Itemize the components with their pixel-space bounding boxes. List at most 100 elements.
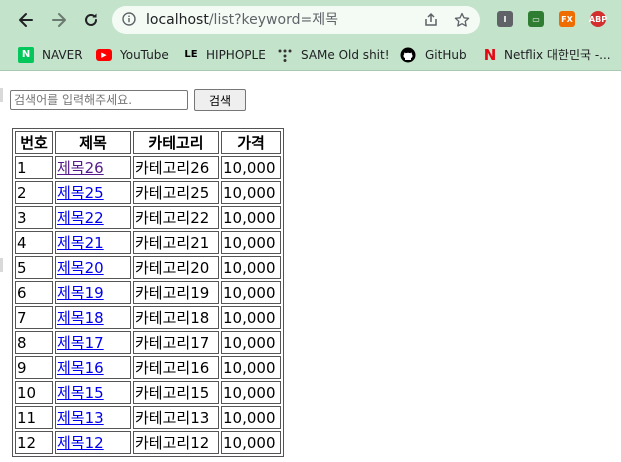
table-row: 3 제목22 카테고리22 10,000 bbox=[15, 206, 281, 229]
cell-category: 카테고리25 bbox=[133, 181, 219, 204]
bookmark-label: YouTube bbox=[120, 48, 169, 62]
bookmark-label: NAVER bbox=[42, 48, 83, 62]
extension-screen-icon[interactable]: ▭ bbox=[528, 11, 544, 27]
cell-number: 12 bbox=[15, 431, 53, 454]
cell-title: 제목25 bbox=[55, 181, 131, 204]
youtube-icon: ▶ bbox=[96, 49, 112, 61]
cell-price: 10,000 bbox=[221, 381, 281, 404]
table-row: 4 제목21 카테고리21 10,000 bbox=[15, 231, 281, 254]
cell-title: 제목17 bbox=[55, 331, 131, 354]
github-svg bbox=[400, 47, 416, 63]
cell-category: 카테고리21 bbox=[133, 231, 219, 254]
cell-number: 2 bbox=[15, 181, 53, 204]
cell-category: 카테고리15 bbox=[133, 381, 219, 404]
bookmark-naver[interactable]: N NAVER bbox=[18, 40, 88, 70]
title-link[interactable]: 제목25 bbox=[57, 184, 104, 202]
title-link[interactable]: 제목26 bbox=[57, 159, 104, 177]
reload-button[interactable] bbox=[79, 8, 103, 32]
cell-title: 제목12 bbox=[55, 431, 131, 454]
cell-price: 10,000 bbox=[221, 406, 281, 429]
netflix-icon: N bbox=[483, 46, 497, 64]
bookmarks-bar: N NAVER ▶ YouTube LE HIPHOPLE SAMe Old s… bbox=[0, 40, 621, 70]
cell-price: 10,000 bbox=[221, 206, 281, 229]
table-row: 8 제목17 카테고리17 10,000 bbox=[15, 331, 281, 354]
cell-price: 10,000 bbox=[221, 181, 281, 204]
cell-price: 10,000 bbox=[221, 256, 281, 279]
cell-price: 10,000 bbox=[221, 156, 281, 179]
bookmark-hiphople[interactable]: LE HIPHOPLE bbox=[183, 40, 269, 70]
table-row: 5 제목20 카테고리20 10,000 bbox=[15, 256, 281, 279]
back-button[interactable] bbox=[14, 8, 38, 32]
forward-button[interactable] bbox=[47, 8, 71, 32]
cell-title: 제목16 bbox=[55, 356, 131, 379]
toolbar-divider bbox=[0, 70, 621, 71]
title-link[interactable]: 제목20 bbox=[57, 259, 104, 277]
cell-title: 제목26 bbox=[55, 156, 131, 179]
bookmark-label: HIPHOPLE bbox=[206, 48, 266, 62]
cell-title: 제목21 bbox=[55, 231, 131, 254]
cell-number: 8 bbox=[15, 331, 53, 354]
cell-category: 카테고리13 bbox=[133, 406, 219, 429]
cell-number: 10 bbox=[15, 381, 53, 404]
cell-price: 10,000 bbox=[221, 431, 281, 454]
header-price: 가격 bbox=[221, 131, 281, 154]
cell-title: 제목13 bbox=[55, 406, 131, 429]
cell-category: 카테고리16 bbox=[133, 356, 219, 379]
cell-number: 3 bbox=[15, 206, 53, 229]
title-link[interactable]: 제목19 bbox=[57, 284, 104, 302]
bookmark-netflix[interactable]: N Netflix 대한민국 -... bbox=[482, 40, 621, 70]
table-body: 1 제목26 카테고리26 10,000 2 제목25 카테고리25 10,000 3 제목22 카… bbox=[15, 156, 281, 454]
extension-i-icon[interactable]: I bbox=[497, 11, 513, 27]
title-link[interactable]: 제목15 bbox=[57, 384, 104, 402]
star-icon[interactable] bbox=[454, 12, 470, 28]
table-row: 1 제목26 카테고리26 10,000 bbox=[15, 156, 281, 179]
cell-number: 11 bbox=[15, 406, 53, 429]
title-link[interactable]: 제목13 bbox=[57, 409, 104, 427]
browser-toolbar: localhost/list?keyword=제목 I ▭ FX ABP bbox=[0, 0, 621, 40]
address-bar[interactable]: localhost/list?keyword=제목 bbox=[112, 6, 480, 34]
cell-title: 제목15 bbox=[55, 381, 131, 404]
title-link[interactable]: 제목16 bbox=[57, 359, 104, 377]
share-icon[interactable] bbox=[423, 12, 439, 28]
naver-icon: N bbox=[18, 47, 34, 63]
title-link[interactable]: 제목12 bbox=[57, 434, 104, 452]
arrow-left-icon bbox=[19, 13, 33, 27]
site-info-icon[interactable] bbox=[122, 12, 136, 26]
title-link[interactable]: 제목22 bbox=[57, 209, 104, 227]
github-icon bbox=[400, 47, 416, 63]
adblock-icon[interactable]: ABP bbox=[589, 11, 607, 27]
cell-price: 10,000 bbox=[221, 331, 281, 354]
cell-category: 카테고리26 bbox=[133, 156, 219, 179]
bookmark-youtube[interactable]: ▶ YouTube bbox=[96, 40, 176, 70]
title-link[interactable]: 제목17 bbox=[57, 334, 104, 352]
product-table: 번호 제목 카테고리 가격 1 제목26 카테고리26 10,000 2 제목25 카테고리… bbox=[12, 128, 284, 457]
extension-fx-icon[interactable]: FX bbox=[559, 11, 575, 27]
cell-number: 4 bbox=[15, 231, 53, 254]
bookmark-label: GitHub bbox=[425, 48, 467, 62]
cell-number: 5 bbox=[15, 256, 53, 279]
table-row: 10 제목15 카테고리15 10,000 bbox=[15, 381, 281, 404]
url-text: localhost/list?keyword=제목 bbox=[146, 6, 338, 34]
table-row: 2 제목25 카테고리25 10,000 bbox=[15, 181, 281, 204]
search-button[interactable]: 검색 bbox=[194, 89, 246, 111]
bookmark-label: Netflix 대한민국 -... bbox=[504, 48, 611, 62]
table-row: 11 제목13 카테고리13 10,000 bbox=[15, 406, 281, 429]
cell-number: 1 bbox=[15, 156, 53, 179]
cell-price: 10,000 bbox=[221, 306, 281, 329]
cell-title: 제목18 bbox=[55, 306, 131, 329]
cell-title: 제목19 bbox=[55, 281, 131, 304]
hiphople-icon: LE bbox=[184, 49, 198, 60]
header-number: 번호 bbox=[15, 131, 53, 154]
title-link[interactable]: 제목21 bbox=[57, 234, 104, 252]
cell-category: 카테고리17 bbox=[133, 331, 219, 354]
table-header-row: 번호 제목 카테고리 가격 bbox=[15, 131, 281, 154]
cell-title: 제목22 bbox=[55, 206, 131, 229]
bookmark-github[interactable]: GitHub bbox=[400, 40, 470, 70]
search-input[interactable] bbox=[10, 90, 188, 110]
window-edge bbox=[0, 88, 3, 102]
table-row: 12 제목12 카테고리12 10,000 bbox=[15, 431, 281, 454]
title-link[interactable]: 제목18 bbox=[57, 309, 104, 327]
table-row: 7 제목18 카테고리18 10,000 bbox=[15, 306, 281, 329]
bookmark-same-old-shit[interactable]: SAMe Old shit! bbox=[277, 40, 390, 70]
url-host: localhost bbox=[146, 12, 209, 28]
